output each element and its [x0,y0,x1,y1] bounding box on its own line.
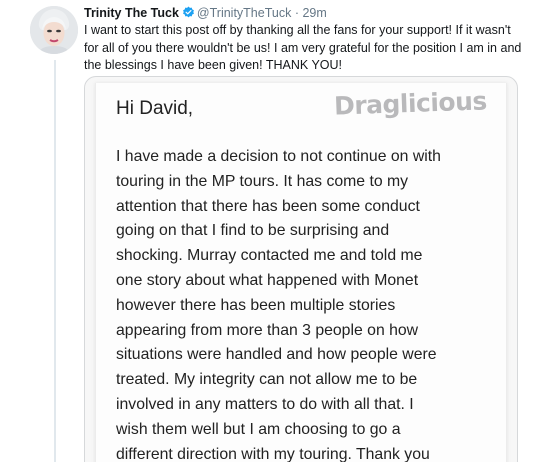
letter-line: however there has been multiple stories [116,296,396,314]
display-name[interactable]: Trinity The Tuck [84,6,179,20]
letter-line: wish them well but I am choosing to go a [116,420,401,438]
tweet-image[interactable]: Draglicious Hi David, I have made a deci… [84,76,518,462]
tweet-header: Trinity The Tuck @TrinityTheTuck · 29m [84,5,327,23]
letter-line: treated. My integrity can not allow me t… [116,371,418,389]
avatar-image [30,6,78,54]
tweet-text-line: I want to start this post off by thankin… [84,23,511,37]
letter-body: I have made a decision to not continue o… [116,145,441,462]
letter-line: going on that I find to be surprising an… [116,222,390,240]
letter-line: different direction with my touring. Tha… [116,445,430,462]
letter-line: one story about what happened with Monet [116,271,419,289]
header-separator: · [294,6,299,20]
tweet-text-line: the blessings I have been given! THANK Y… [84,58,343,72]
letter-line: touring in the MP tours. It has come to … [116,172,409,190]
verified-badge-icon [182,6,195,23]
thread-line [54,60,56,462]
letter-line: appearing from more than 3 people on how [116,321,419,339]
letter-line: attention that there has been some condu… [116,197,420,215]
letter-greeting: Hi David, [116,98,194,119]
letter-line: situations were handled and how people w… [116,346,437,364]
watermark-logo: Draglicious [333,86,488,121]
tweet-text-line: for all of you there wouldn't be us! I a… [84,40,522,55]
tweet-timestamp[interactable]: 29m [302,6,326,20]
letter-line: I have made a decision to not continue o… [116,148,441,165]
profile-avatar[interactable] [30,6,78,54]
tweet-text: I want to start this post off by thankin… [84,22,524,75]
tweet[interactable]: Trinity The Tuck @TrinityTheTuck · 29m I … [0,0,534,462]
letter-line: involved in any matters to do with all t… [116,395,414,413]
letter-screenshot: Draglicious Hi David, I have made a deci… [95,83,507,462]
user-handle[interactable]: @TrinityTheTuck [197,6,291,20]
letter-line: shocking. Murray contacted me and told m… [116,247,423,265]
